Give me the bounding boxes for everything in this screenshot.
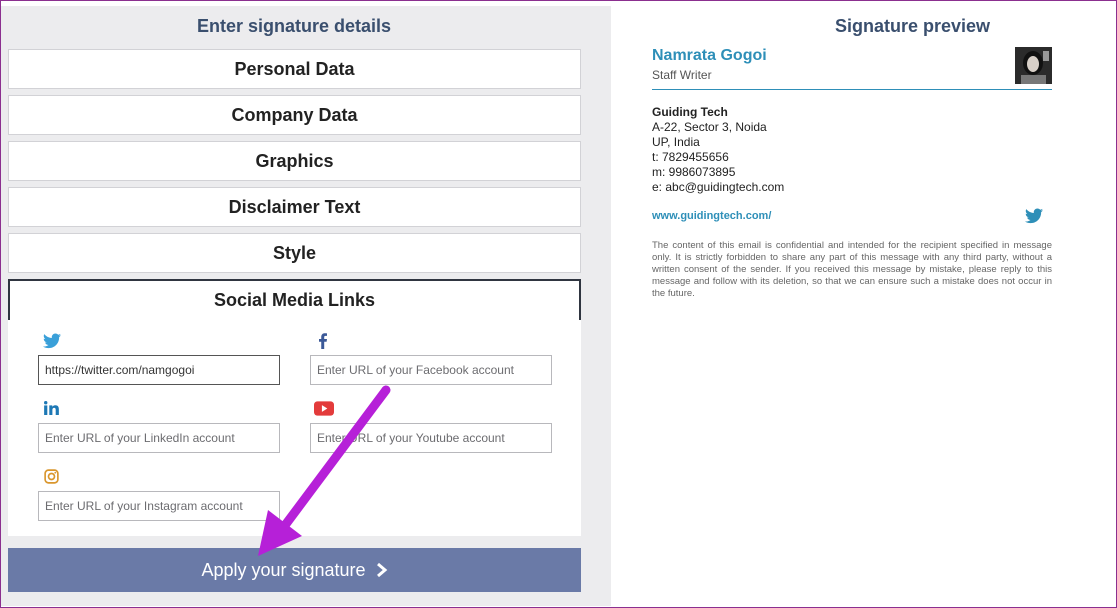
signature-address-line-1: A-22, Sector 3, Noida [652,120,767,134]
chevron-right-icon [376,562,387,578]
signature-phone: t: 7829455656 [652,150,729,164]
twitter-icon [43,333,61,349]
linkedin-icon [44,401,59,415]
section-disclaimer-text[interactable]: Disclaimer Text [8,187,581,227]
facebook-url-input[interactable] [310,355,552,385]
twitter-url-input[interactable] [38,355,280,385]
signature-address-line-2: UP, India [652,135,700,149]
signature-job-title: Staff Writer [652,68,712,82]
apply-signature-button[interactable]: Apply your signature [8,548,581,592]
signature-company: Guiding Tech [652,105,728,119]
avatar [1015,47,1052,84]
details-panel-title: Enter signature details [196,16,392,36]
facebook-icon [319,333,327,349]
signature-divider [652,89,1052,90]
signature-website-link[interactable]: www.guidingtech.com/ [652,210,771,222]
signature-disclaimer: The content of this email is confidentia… [652,240,1052,299]
signature-name: Namrata Gogoi [652,47,767,64]
linkedin-url-input[interactable] [38,423,280,453]
section-company-data[interactable]: Company Data [8,95,581,135]
signature-contact-block: Guiding Tech A-22, Sector 3, Noida UP, I… [652,105,784,195]
youtube-icon [314,401,334,416]
instagram-url-input[interactable] [38,491,280,521]
section-social-media-links[interactable]: Social Media Links [8,279,581,322]
preview-title: Signature preview [834,16,991,36]
twitter-icon[interactable] [1025,208,1043,224]
youtube-url-input[interactable] [310,423,552,453]
instagram-icon [44,469,59,484]
section-style[interactable]: Style [8,233,581,273]
section-personal-data[interactable]: Personal Data [8,49,581,89]
signature-email: e: abc@guidingtech.com [652,180,785,194]
signature-mobile: m: 9986073895 [652,165,736,179]
section-graphics[interactable]: Graphics [8,141,581,181]
apply-signature-label: Apply your signature [201,559,366,580]
